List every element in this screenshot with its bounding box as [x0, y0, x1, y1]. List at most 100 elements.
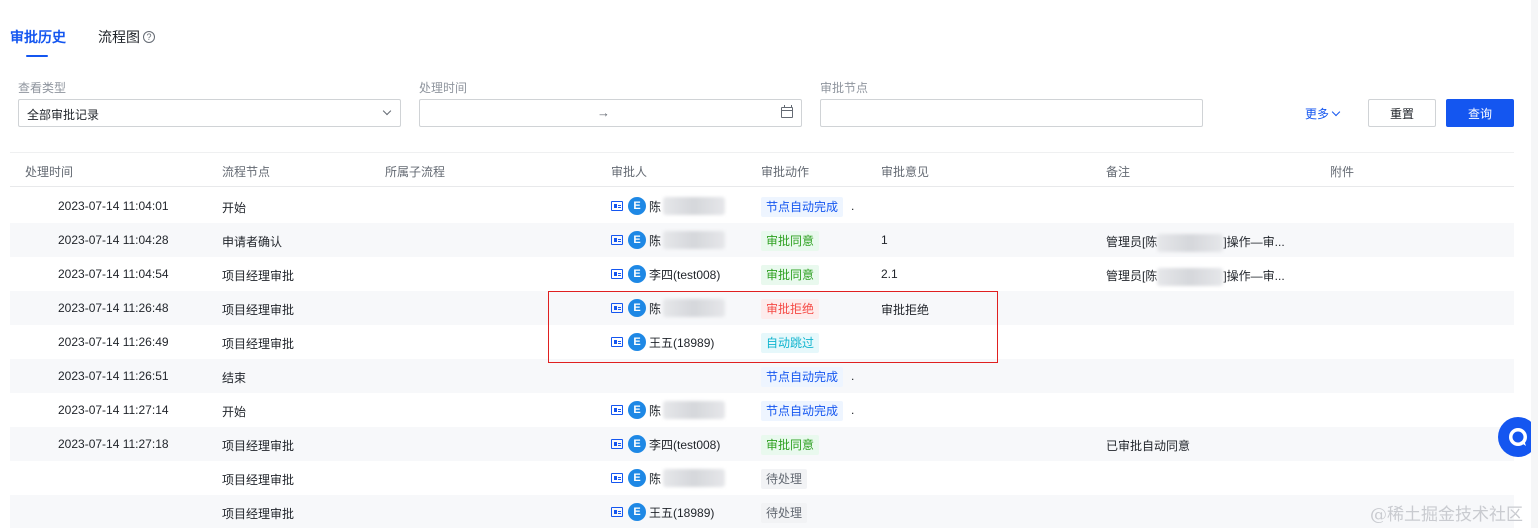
approver-name: 陈 [649, 233, 662, 248]
action-dot: . [851, 199, 855, 213]
id-card-icon[interactable] [611, 269, 623, 279]
process-node-cell: 项目经理审批 [222, 473, 295, 487]
approval-action-tag: 审批同意 [761, 435, 820, 455]
table-body: 2023-07-14 11:04:01 开始 E 陈节点自动完成. 2023-07-14… [10, 189, 1514, 528]
scrollbar[interactable] [1531, 0, 1538, 528]
column-header: 备注 [1106, 165, 1131, 179]
view-type-value: 全部审批记录 [27, 108, 100, 122]
avatar: E [628, 265, 646, 283]
process-node-cell: 项目经理审批 [222, 269, 295, 283]
approver-name: 王五(18989) [649, 505, 715, 520]
chevron-down-icon [1331, 107, 1341, 117]
process-node-cell: 申请者确认 [222, 235, 283, 249]
query-button[interactable]: 查询 [1446, 99, 1514, 127]
more-filters-label: 更多 [1305, 107, 1330, 121]
process-time-cell: 2023-07-14 11:26:51 [58, 369, 169, 383]
table-row: 2023-07-14 11:26:51 结束 节点自动完成. [10, 359, 1514, 393]
id-card-icon[interactable] [611, 507, 623, 517]
process-time-cell: 2023-07-14 11:27:18 [58, 437, 169, 451]
chevron-down-icon [382, 106, 392, 116]
tab-approval-history-label: 审批历史 [10, 29, 66, 45]
approver-name: 陈 [649, 403, 662, 418]
remark-cell: 已审批自动同意 [1106, 437, 1190, 454]
column-header: 流程节点 [222, 165, 271, 179]
table-row: 2023-07-14 11:26:49 项目经理审批 E 王五(18989) 自动跳过 [10, 325, 1514, 359]
process-node-cell: 结束 [222, 371, 247, 385]
tab-approval-history[interactable]: 审批历史 [10, 22, 66, 57]
table-row: 项目经理审批 E 陈 待处理 [10, 461, 1514, 495]
remark-cell: 管理员[陈]操作—审... [1106, 267, 1285, 286]
process-time-label: 处理时间 [419, 81, 468, 95]
redacted-name-blur [1157, 267, 1224, 286]
tab-bar: 审批历史 流程图 ? [10, 22, 155, 57]
reset-button[interactable]: 重置 [1368, 99, 1436, 127]
approver-cell: E陈 [611, 469, 726, 487]
approval-action-tag: 审批同意 [761, 231, 820, 251]
remark-suffix: ]操作—审... [1223, 235, 1285, 249]
column-header: 所属子流程 [385, 165, 446, 179]
column-header: 处理时间 [25, 165, 74, 179]
table-row: 2023-07-14 11:27:18 项目经理审批 E 李四(test008) 审批同… [10, 427, 1514, 461]
approval-action-tag: 节点自动完成 [761, 367, 844, 387]
approval-action-tag: 自动跳过 [761, 333, 820, 353]
avatar: E [628, 401, 646, 419]
view-type-label: 查看类型 [18, 81, 67, 95]
approver-name: 陈 [649, 199, 662, 214]
approval-action-tag: 审批同意 [761, 265, 820, 285]
remark-text: 管理员[陈 [1106, 235, 1158, 249]
calendar-icon [781, 105, 793, 118]
table-row: 2023-07-14 11:04:01 开始 E 陈 节点自动完成. [10, 189, 1514, 223]
approval-node-input[interactable] [820, 99, 1203, 127]
remark-suffix: ]操作—审... [1223, 269, 1285, 283]
redacted-name-blur [663, 401, 726, 419]
tab-flowchart-label: 流程图 [98, 29, 140, 45]
range-arrow-icon: → [597, 105, 610, 120]
id-card-icon[interactable] [611, 473, 623, 483]
id-card-icon[interactable] [611, 235, 623, 245]
avatar: E [628, 469, 646, 487]
avatar: E [628, 299, 646, 317]
approval-opinion-cell: 审批拒绝 [881, 303, 930, 317]
remark-text: 已审批自动同意 [1106, 439, 1191, 453]
id-card-icon[interactable] [611, 337, 623, 347]
more-filters-link[interactable]: 更多 [1305, 105, 1341, 122]
approver-cell: E陈 [611, 401, 726, 419]
approval-action-tag: 待处理 [761, 469, 808, 489]
redacted-name-blur [663, 299, 726, 317]
help-circle-icon[interactable]: ? [143, 31, 155, 43]
id-card-icon[interactable] [611, 405, 623, 415]
view-type-select[interactable]: 全部审批记录 [18, 99, 401, 127]
table-row: 2023-07-14 11:04:28 申请者确认 E 陈 审批同意 1 管理员[陈]操作—… [10, 223, 1514, 257]
tab-flowchart[interactable]: 流程图 ? [98, 22, 155, 52]
column-header: 审批动作 [761, 165, 810, 179]
approver-name: 李四(test008) [649, 437, 721, 452]
process-time-cell: 2023-07-14 11:26:48 [58, 301, 169, 315]
redacted-name-blur [663, 231, 726, 249]
process-node-cell: 项目经理审批 [222, 337, 295, 351]
approver-cell: E陈 [611, 231, 726, 249]
approval-opinion-cell: 1 [881, 233, 888, 247]
redacted-name-blur [1157, 233, 1224, 252]
process-node-cell: 项目经理审批 [222, 303, 295, 317]
approval-action-tag: 待处理 [761, 503, 808, 523]
approver-name: 王五(18989) [649, 335, 715, 350]
approver-cell: E陈 [611, 299, 726, 317]
table-row: 2023-07-14 11:27:14 开始 E 陈 节点自动完成. [10, 393, 1514, 427]
approver-cell: E 王五(18989) [611, 333, 714, 351]
id-card-icon[interactable] [611, 303, 623, 313]
id-card-icon[interactable] [611, 201, 623, 211]
process-time-cell: 2023-07-14 11:04:01 [58, 199, 169, 213]
approval-action-tag: 节点自动完成 [761, 401, 844, 421]
table-row: 2023-07-14 11:26:48 项目经理审批 E 陈 审批拒绝 审批拒绝 [10, 291, 1514, 325]
approval-action-tag: 节点自动完成 [761, 197, 844, 217]
column-header: 附件 [1330, 165, 1355, 179]
redacted-name-blur [663, 469, 726, 487]
watermark-text: @稀土掘金技术社区 [1370, 505, 1523, 525]
approver-name: 陈 [649, 471, 662, 486]
id-card-icon[interactable] [611, 439, 623, 449]
process-node-cell: 项目经理审批 [222, 507, 295, 521]
process-time-range-picker[interactable]: → [419, 99, 802, 127]
approver-cell: E 李四(test008) [611, 435, 720, 453]
process-time-cell: 2023-07-14 11:26:49 [58, 335, 169, 349]
approver-name: 李四(test008) [649, 267, 721, 282]
